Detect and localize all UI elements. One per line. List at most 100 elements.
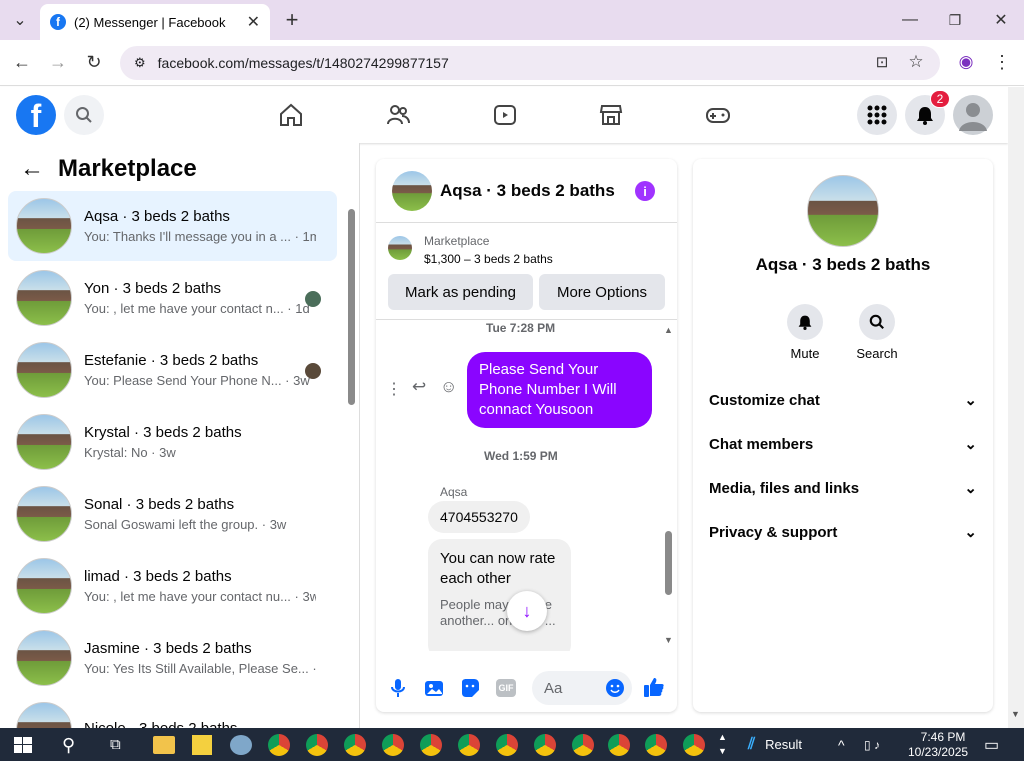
sticker-icon[interactable]	[459, 677, 481, 699]
scroll-to-bottom-button[interactable]: ↓	[507, 591, 547, 631]
home-nav-icon[interactable]	[275, 99, 307, 131]
system-tray-icons[interactable]: ▯ ♪	[864, 728, 880, 761]
conversation-preview: You: Please Send Your Phone N... · 3w	[84, 373, 310, 388]
scroll-up-icon[interactable]: ▲	[664, 325, 673, 335]
scroll-down-icon[interactable]: ▼	[664, 635, 673, 645]
site-settings-icon[interactable]: ⚙	[134, 55, 146, 71]
browser-tab[interactable]: f (2) Messenger | Facebook ✕	[40, 4, 270, 40]
reload-button[interactable]: ↻	[82, 50, 106, 74]
restore-button[interactable]: ❐	[943, 8, 967, 32]
profile-icon[interactable]: ◉	[954, 50, 978, 74]
install-app-icon[interactable]: ⊡	[870, 50, 894, 74]
tab-close-icon[interactable]: ✕	[247, 12, 260, 32]
chevron-down-icon: ⌄	[964, 436, 977, 453]
clock[interactable]: 7:46 PM 10/23/2025	[908, 728, 968, 761]
chat-members-section[interactable]: Chat members ⌄	[709, 435, 977, 454]
conversation-item[interactable]: Yon · 3 beds 2 baths You: , let me have y…	[8, 263, 337, 333]
media-files-links-section[interactable]: Media, files and links ⌄	[709, 479, 977, 498]
chevron-down-icon: ⌄	[964, 480, 977, 497]
chrome-icon[interactable]	[534, 734, 556, 756]
file-explorer-icon[interactable]	[153, 736, 175, 754]
conversation-item[interactable]: Krystal · 3 beds 2 baths Krystal: No · 3w	[8, 407, 337, 477]
chrome-icon[interactable]	[420, 734, 442, 756]
scrollbar-thumb[interactable]	[348, 209, 355, 405]
customize-chat-section[interactable]: Customize chat ⌄	[709, 391, 977, 410]
marketplace-nav-icon[interactable]	[595, 99, 627, 131]
sticky-notes-icon[interactable]	[192, 735, 212, 755]
more-actions-icon[interactable]: ⋮	[386, 379, 402, 399]
outgoing-message[interactable]: Please Send Your Phone Number I Will con…	[467, 352, 652, 428]
back-arrow-icon[interactable]: ←	[20, 155, 44, 183]
back-button[interactable]: ←	[10, 50, 34, 74]
listing-title[interactable]: $1,300 – 3 beds 2 baths	[424, 252, 553, 266]
url-field[interactable]: ⚙ facebook.com/messages/t/14802742998771…	[120, 46, 940, 80]
privacy-support-section[interactable]: Privacy & support ⌄	[709, 523, 977, 542]
taskbar-search-icon[interactable]: ⚲	[62, 735, 75, 756]
mark-as-pending-button[interactable]: Mark as pending	[388, 274, 533, 310]
task-view-icon[interactable]: ⧉	[110, 736, 121, 753]
gif-icon[interactable]: GIF	[495, 677, 517, 699]
chrome-icon[interactable]	[382, 734, 404, 756]
menu-button[interactable]	[857, 95, 897, 135]
search-action[interactable]: Search	[847, 304, 907, 361]
page-scrollbar[interactable]: ▼	[1008, 87, 1024, 728]
chrome-icon[interactable]	[496, 734, 518, 756]
bookmark-star-icon[interactable]: ☆	[904, 50, 928, 74]
chat-scrollbar[interactable]: ▲ ▼	[664, 323, 674, 649]
chat-title[interactable]: Aqsa · 3 beds 2 baths	[440, 181, 615, 201]
conversation-item[interactable]: Sonal · 3 beds 2 baths Sonal Goswami left…	[8, 479, 337, 549]
conversation-name: Estefanie · 3 beds 2 baths	[84, 352, 259, 369]
new-tab-button[interactable]: +	[280, 7, 304, 32]
scroll-down-icon[interactable]: ▼	[1011, 709, 1020, 719]
gaming-nav-icon[interactable]	[702, 99, 734, 131]
chrome-icon[interactable]	[608, 734, 630, 756]
browser-menu-icon[interactable]: ⋮	[990, 50, 1014, 74]
info-icon[interactable]: i	[635, 181, 655, 201]
chrome-icon[interactable]	[458, 734, 480, 756]
conversation-item[interactable]: Nicole · 3 beds 2 baths	[8, 695, 337, 728]
mute-action[interactable]: Mute	[775, 304, 835, 361]
listing-thumbnail[interactable]	[388, 236, 412, 260]
chat-avatar[interactable]	[392, 170, 432, 211]
emoji-icon[interactable]	[604, 677, 626, 699]
sidebar-scrollbar[interactable]	[347, 195, 355, 727]
friends-nav-icon[interactable]	[382, 99, 414, 131]
chrome-icon[interactable]	[645, 734, 667, 756]
notification-center-icon[interactable]: ▭	[984, 728, 999, 761]
rating-card[interactable]: You can now rate each other People may r…	[428, 539, 571, 651]
paint-icon[interactable]	[230, 735, 252, 755]
chrome-icon[interactable]	[572, 734, 594, 756]
video-nav-icon[interactable]	[489, 99, 521, 131]
show-hidden-icons-icon[interactable]: ^	[838, 728, 845, 761]
react-emoji-icon[interactable]: ☺	[440, 377, 457, 397]
conversation-item[interactable]: Jasmine · 3 beds 2 baths You: Yes Its Sti…	[8, 623, 337, 693]
tab-search-chevron-icon[interactable]: ⌄	[8, 8, 32, 32]
forward-button[interactable]: →	[46, 50, 70, 74]
section-label: Customize chat	[709, 391, 820, 409]
reply-icon[interactable]: ↩	[412, 377, 426, 397]
chat-panel: Aqsa · 3 beds 2 baths i Marketplace $1,3…	[376, 159, 677, 712]
details-avatar[interactable]	[807, 175, 879, 247]
windows-start-icon[interactable]	[14, 737, 32, 753]
chrome-icon[interactable]	[306, 734, 328, 756]
window-close-button[interactable]: ✕	[989, 8, 1013, 32]
photo-icon[interactable]	[423, 677, 445, 699]
facebook-logo-icon[interactable]: f	[16, 95, 56, 135]
incoming-message[interactable]: 4704553270	[428, 501, 530, 533]
more-options-button[interactable]: More Options	[539, 274, 665, 310]
conversation-item[interactable]: limad · 3 beds 2 baths You: , let me have…	[8, 551, 337, 621]
microphone-icon[interactable]	[387, 677, 409, 699]
minimize-button[interactable]: —	[898, 8, 922, 32]
scrollbar-thumb[interactable]	[665, 531, 672, 595]
like-thumbs-up-icon[interactable]	[643, 676, 665, 698]
facebook-favicon-icon: f	[50, 14, 66, 30]
taskbar-overflow-arrows-icon[interactable]: ▲ ▼	[718, 730, 727, 758]
chrome-icon[interactable]	[344, 734, 366, 756]
account-avatar[interactable]	[953, 95, 993, 135]
conversation-item[interactable]: Aqsa · 3 beds 2 baths You: Thanks I'll me…	[8, 191, 337, 261]
chrome-icon[interactable]	[683, 734, 705, 756]
search-button[interactable]	[64, 95, 104, 135]
chrome-icon[interactable]	[268, 734, 290, 756]
widgets-button[interactable]: ⫽ Result	[748, 728, 802, 761]
conversation-item[interactable]: Estefanie · 3 beds 2 baths You: Please Se…	[8, 335, 337, 405]
